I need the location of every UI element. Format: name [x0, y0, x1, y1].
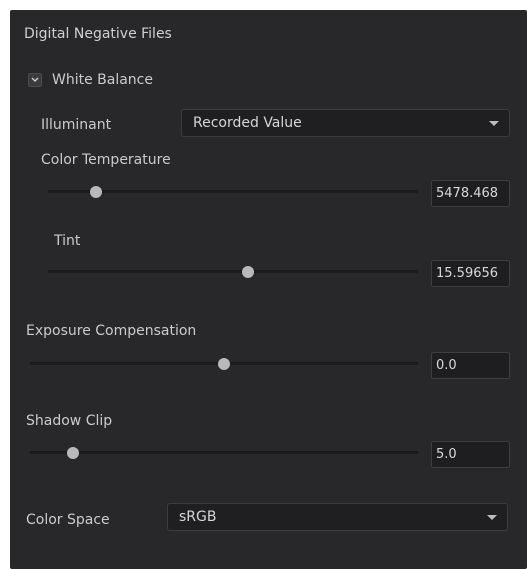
- exposure-compensation-value: 0.0: [436, 358, 457, 373]
- color-temperature-label: Color Temperature: [41, 152, 171, 168]
- shadow-clip-input[interactable]: 5.0: [431, 441, 510, 468]
- tint-slider-track[interactable]: [48, 270, 418, 273]
- color-temperature-slider-track[interactable]: [48, 190, 418, 193]
- white-balance-label: White Balance: [52, 72, 153, 88]
- shadow-clip-label: Shadow Clip: [26, 413, 113, 429]
- shadow-clip-value: 5.0: [436, 447, 457, 462]
- chevron-down-icon: [31, 77, 39, 82]
- tint-input[interactable]: 15.59656: [431, 260, 510, 287]
- tint-value: 15.59656: [436, 266, 499, 281]
- caret-down-icon: [489, 121, 499, 126]
- exposure-compensation-slider-thumb[interactable]: [218, 358, 230, 370]
- color-temperature-value: 5478.468: [436, 186, 499, 201]
- tint-slider-thumb[interactable]: [241, 266, 254, 278]
- shadow-clip-slider-track[interactable]: [30, 451, 418, 454]
- illuminant-value: Recorded Value: [193, 115, 302, 131]
- color-temperature-input[interactable]: 5478.468: [431, 180, 510, 207]
- section-title: Digital Negative Files: [24, 26, 172, 42]
- exposure-compensation-label: Exposure Compensation: [26, 323, 197, 339]
- caret-down-icon: [487, 515, 497, 520]
- color-space-value: sRGB: [179, 509, 217, 525]
- color-space-dropdown[interactable]: sRGB: [167, 503, 508, 531]
- shadow-clip-slider-thumb[interactable]: [66, 447, 79, 459]
- digital-negative-panel: Digital Negative Files White Balance Ill…: [10, 10, 527, 569]
- white-balance-checkbox[interactable]: [28, 73, 42, 87]
- illuminant-dropdown[interactable]: Recorded Value: [181, 109, 510, 137]
- exposure-compensation-input[interactable]: 0.0: [431, 352, 510, 379]
- color-space-label: Color Space: [26, 512, 110, 528]
- color-temperature-slider-thumb[interactable]: [90, 186, 103, 198]
- illuminant-label: Illuminant: [41, 117, 112, 133]
- tint-label: Tint: [54, 233, 81, 249]
